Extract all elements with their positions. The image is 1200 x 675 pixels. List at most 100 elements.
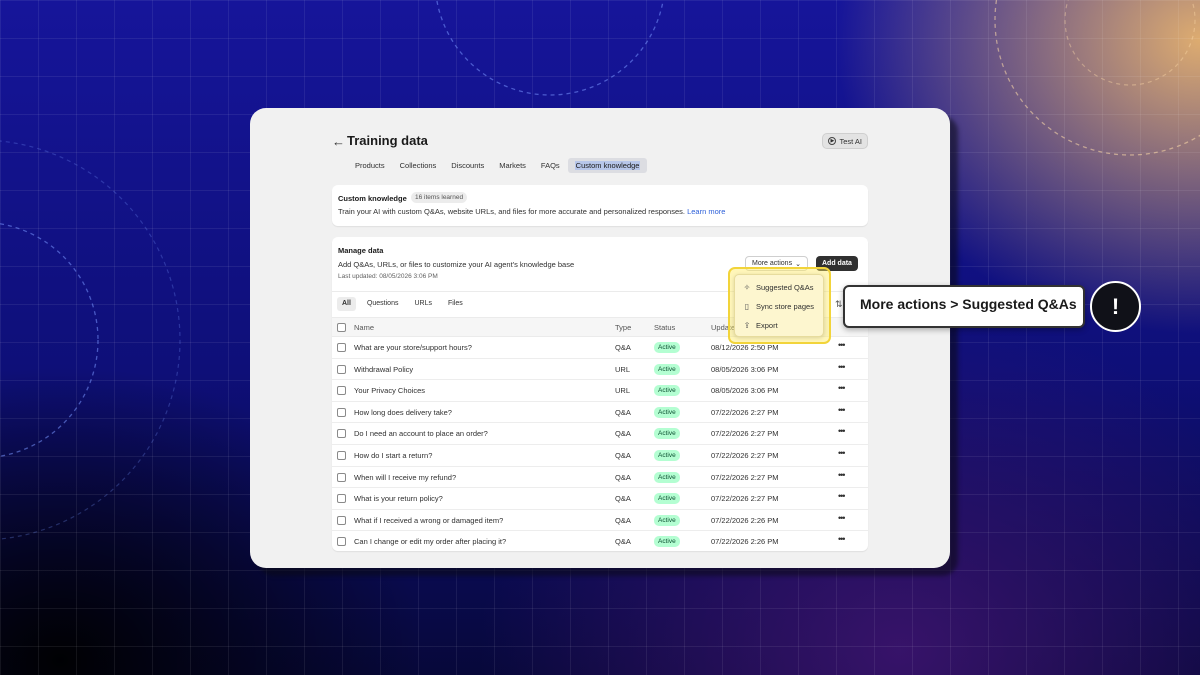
menu-item-suggested-qas[interactable]: ✧ Suggested Q&As — [743, 283, 814, 292]
column-name[interactable]: Name — [354, 323, 374, 332]
row-menu-icon[interactable]: ••• — [838, 426, 846, 436]
row-type: Q&A — [615, 450, 631, 460]
menu-item-label: Suggested Q&As — [756, 283, 814, 292]
row-name: Withdrawal Policy — [354, 364, 414, 374]
table-row[interactable]: What if I received a wrong or damaged it… — [332, 510, 868, 532]
row-type: Q&A — [615, 343, 631, 352]
tab-bar: Products Collections Discounts Markets F… — [348, 158, 648, 173]
row-name: When will I receive my refund? — [354, 472, 457, 482]
table-row[interactable]: When will I receive my refund? Q&A Active 0… — [332, 467, 868, 489]
row-name: What is your return policy? — [354, 494, 443, 504]
row-name: What are your store/support hours? — [354, 343, 472, 352]
filter-all[interactable]: All — [337, 297, 356, 311]
row-type: Q&A — [615, 537, 631, 547]
tab-discounts[interactable]: Discounts — [444, 158, 491, 173]
row-menu-icon[interactable]: ••• — [838, 491, 846, 501]
manage-data-description: Add Q&As, URLs, or files to customize yo… — [338, 260, 575, 269]
row-type: URL — [615, 386, 631, 396]
row-checkbox[interactable] — [337, 494, 346, 504]
row-checkbox[interactable] — [337, 537, 346, 547]
row-updated: 07/22/2026 2:27 PM — [711, 494, 779, 504]
tab-custom-knowledge-label: Custom knowledge — [574, 161, 641, 170]
row-menu-icon[interactable]: ••• — [838, 405, 846, 415]
row-checkbox[interactable] — [337, 386, 346, 396]
tab-markets[interactable]: Markets — [492, 158, 533, 173]
custom-knowledge-card: Custom knowledge 16 items learned Train … — [332, 185, 868, 226]
row-updated: 08/05/2026 3:06 PM — [711, 364, 779, 374]
table-row[interactable]: Withdrawal Policy URL Active 08/05/2026 3:0… — [332, 359, 868, 381]
row-checkbox[interactable] — [337, 343, 346, 352]
row-checkbox[interactable] — [337, 450, 346, 460]
row-updated: 07/22/2026 2:27 PM — [711, 472, 779, 482]
table-body: What are your store/support hours? Q&A Act… — [332, 337, 868, 551]
menu-item-sync-store-pages[interactable]: ▯ Sync store pages — [743, 302, 814, 311]
row-menu-icon[interactable]: ••• — [838, 470, 846, 480]
status-badge: Active — [654, 406, 680, 418]
row-menu-icon[interactable]: ••• — [838, 362, 846, 372]
status-badge: Active — [654, 536, 680, 548]
row-menu-icon[interactable]: ••• — [838, 513, 846, 523]
test-ai-button[interactable]: ▶ Test AI — [822, 133, 868, 149]
row-name: Do I need an account to place an order? — [354, 429, 488, 439]
tab-collections[interactable]: Collections — [393, 158, 444, 173]
row-name: What if I received a wrong or damaged it… — [354, 515, 504, 525]
row-checkbox[interactable] — [337, 515, 346, 525]
status-badge: Active — [654, 363, 680, 375]
column-type[interactable]: Type — [615, 323, 631, 332]
table-row[interactable]: How do I start a return? Q&A Active 07/22/2… — [332, 445, 868, 467]
learn-more-link[interactable]: Learn more — [687, 207, 725, 216]
row-type: Q&A — [615, 429, 631, 439]
row-type: Q&A — [615, 494, 631, 504]
menu-item-label: Sync store pages — [756, 302, 814, 311]
status-badge: Active — [654, 428, 680, 440]
custom-knowledge-description: Train your AI with custom Q&As, website … — [338, 207, 725, 216]
row-checkbox[interactable] — [337, 364, 346, 374]
status-badge: Active — [654, 493, 680, 505]
row-menu-icon[interactable]: ••• — [838, 383, 846, 393]
row-updated: 07/22/2026 2:26 PM — [711, 515, 779, 525]
items-learned-badge: 16 items learned — [411, 192, 468, 203]
row-name: How long does delivery take? — [354, 407, 452, 417]
alert-icon: ! — [1090, 281, 1141, 332]
row-updated: 07/22/2026 2:27 PM — [711, 450, 779, 460]
sparkle-icon: ✧ — [743, 283, 751, 292]
table-row[interactable]: What is your return policy? Q&A Active 07/2… — [332, 488, 868, 510]
filter-questions[interactable]: Questions — [362, 297, 404, 311]
tab-custom-knowledge[interactable]: Custom knowledge — [567, 158, 648, 173]
row-type: Q&A — [615, 472, 631, 482]
page-title: Training data — [347, 133, 428, 148]
menu-item-export[interactable]: ⇪ Export — [743, 321, 778, 330]
row-checkbox[interactable] — [337, 429, 346, 439]
filter-urls[interactable]: URLs — [409, 297, 437, 311]
export-icon: ⇪ — [743, 321, 751, 330]
row-updated: 08/12/2026 2:50 PM — [711, 343, 779, 352]
manage-data-title: Manage data — [338, 246, 384, 255]
back-arrow-icon[interactable]: ← — [332, 134, 345, 149]
table-row[interactable]: Your Privacy Choices URL Active 08/05/2026 … — [332, 380, 868, 402]
more-actions-dropdown: ✧ Suggested Q&As ▯ Sync store pages ⇪ Ex… — [734, 274, 824, 337]
select-all-checkbox[interactable] — [337, 323, 346, 332]
play-circle-icon: ▶ — [828, 137, 837, 145]
filter-tabs: All Questions URLs Files — [337, 297, 474, 311]
row-type: URL — [615, 364, 631, 374]
row-menu-icon[interactable]: ••• — [838, 340, 846, 350]
row-name: How do I start a return? — [354, 450, 433, 460]
table-row[interactable]: How long does delivery take? Q&A Active 07/… — [332, 402, 868, 424]
row-checkbox[interactable] — [337, 407, 346, 417]
menu-item-label: Export — [756, 321, 778, 330]
tab-products[interactable]: Products — [348, 158, 392, 173]
custom-knowledge-description-text: Train your AI with custom Q&As, website … — [338, 207, 685, 216]
column-status[interactable]: Status — [654, 323, 675, 332]
table-row[interactable]: Do I need an account to place an order? Q… — [332, 423, 868, 445]
row-checkbox[interactable] — [337, 472, 346, 482]
custom-knowledge-title: Custom knowledge — [338, 194, 407, 203]
row-menu-icon[interactable]: ••• — [838, 448, 846, 458]
filter-sort-icon[interactable]: ⇅ — [835, 299, 843, 310]
filter-files[interactable]: Files — [443, 297, 468, 311]
last-updated-text: Last updated: 08/05/2026 3:06 PM — [338, 273, 438, 280]
table-row[interactable]: Can I change or edit my order after plac… — [332, 531, 868, 551]
test-ai-label: Test AI — [839, 136, 862, 146]
more-actions-label: More actions — [752, 260, 793, 267]
tab-faqs[interactable]: FAQs — [534, 158, 567, 173]
row-menu-icon[interactable]: ••• — [838, 534, 846, 544]
